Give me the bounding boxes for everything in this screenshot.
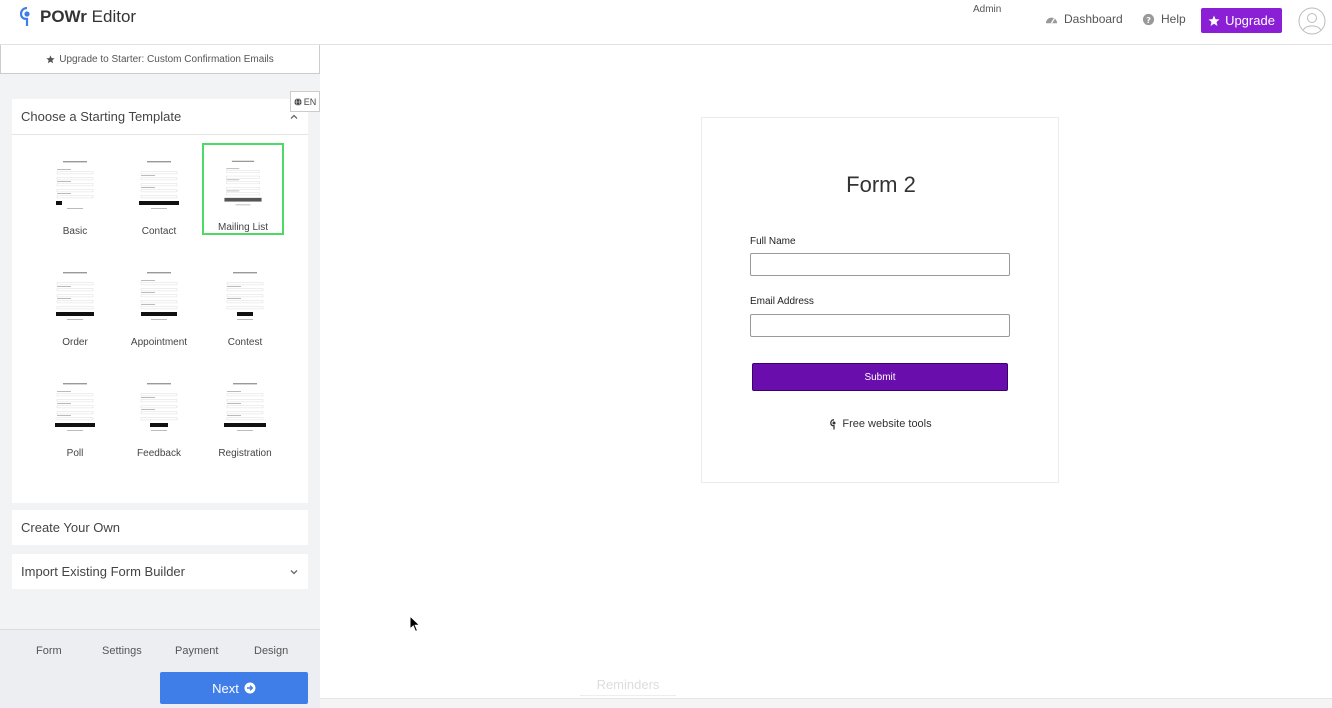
dashboard-link[interactable]: Dashboard bbox=[1045, 12, 1123, 26]
chevron-up-icon bbox=[290, 114, 298, 119]
top-bar: POWr Editor Admin Dashboard ? Help Upgra… bbox=[0, 0, 1332, 45]
full-name-input[interactable] bbox=[750, 253, 1010, 276]
svg-text:?: ? bbox=[1146, 14, 1151, 24]
upgrade-banner-text: Upgrade to Starter: Custom Confirmation … bbox=[59, 53, 274, 65]
reminders-tab[interactable]: Reminders bbox=[580, 674, 676, 696]
powr-logo-icon bbox=[20, 7, 30, 26]
template-contact[interactable]: Contact bbox=[118, 145, 200, 237]
tab-settings[interactable]: Settings bbox=[102, 645, 142, 657]
star-icon bbox=[1208, 15, 1220, 26]
template-thumbnail bbox=[56, 161, 94, 209]
template-thumbnail bbox=[140, 383, 178, 431]
help-link[interactable]: ? Help bbox=[1142, 12, 1186, 26]
template-thumbnail bbox=[55, 383, 95, 431]
preview-bottom-bar bbox=[320, 698, 1332, 708]
template-label: Contest bbox=[227, 337, 263, 348]
powered-by-text: Free website tools bbox=[842, 418, 932, 430]
upgrade-button[interactable]: Upgrade bbox=[1201, 8, 1282, 33]
template-thumbnail bbox=[139, 161, 179, 209]
star-icon bbox=[46, 54, 55, 63]
full-name-label: Full Name bbox=[750, 236, 796, 247]
email-address-label: Email Address bbox=[750, 296, 814, 307]
create-your-own-section[interactable]: Create Your Own bbox=[12, 510, 308, 545]
template-feedback[interactable]: Feedback bbox=[118, 367, 200, 459]
tab-design[interactable]: Design bbox=[254, 645, 288, 657]
logo-text: POWr Editor bbox=[40, 7, 137, 26]
template-thumbnail bbox=[224, 160, 262, 206]
template-order[interactable]: Order bbox=[34, 256, 116, 348]
powered-by-link[interactable]: Free website tools bbox=[702, 418, 1060, 430]
chevron-down-icon bbox=[290, 569, 298, 574]
dashboard-icon bbox=[1045, 17, 1058, 24]
mouse-cursor-icon bbox=[409, 615, 421, 633]
template-thumbnail bbox=[226, 272, 264, 320]
powr-logo[interactable]: POWr Editor bbox=[20, 7, 136, 27]
form-preview-card: Form 2 Full Name Email Address Submit Fr… bbox=[701, 117, 1059, 483]
template-label: Registration bbox=[218, 448, 272, 459]
language-button[interactable]: EN bbox=[290, 91, 320, 112]
template-appointment[interactable]: Appointment bbox=[118, 256, 200, 348]
editor-tabs: Form Settings Payment Design Next bbox=[0, 629, 320, 708]
template-poll[interactable]: Poll bbox=[34, 367, 116, 459]
import-form-builder-label: Import Existing Form Builder bbox=[21, 564, 185, 579]
dashboard-label: Dashboard bbox=[1064, 12, 1123, 26]
template-label: Mailing List bbox=[217, 222, 269, 233]
template-mailing-list[interactable]: Mailing List bbox=[202, 143, 284, 235]
template-label: Feedback bbox=[137, 448, 181, 459]
help-icon: ? bbox=[1142, 13, 1155, 25]
arrow-right-circle-icon bbox=[244, 682, 256, 694]
editor-sidebar: Upgrade to Starter: Custom Confirmation … bbox=[0, 45, 320, 708]
admin-label: Admin bbox=[973, 4, 1002, 15]
templates-title: Choose a Starting Template bbox=[21, 109, 182, 124]
template-label: Basic bbox=[62, 226, 88, 237]
globe-icon bbox=[294, 97, 302, 106]
next-label: Next bbox=[212, 680, 239, 696]
help-label: Help bbox=[1161, 12, 1186, 26]
form-preview-area: Form 2 Full Name Email Address Submit Fr… bbox=[320, 45, 1332, 708]
template-label: Order bbox=[62, 337, 88, 348]
template-thumbnail bbox=[140, 272, 178, 320]
submit-button[interactable]: Submit bbox=[752, 363, 1008, 391]
next-button[interactable]: Next bbox=[160, 672, 308, 704]
user-avatar-icon[interactable] bbox=[1298, 7, 1326, 35]
template-thumbnail bbox=[224, 383, 266, 431]
template-label: Poll bbox=[66, 448, 84, 459]
template-label: Contact bbox=[141, 226, 177, 237]
tab-form[interactable]: Form bbox=[36, 645, 62, 657]
create-your-own-label: Create Your Own bbox=[21, 520, 121, 535]
templates-header[interactable]: Choose a Starting Template bbox=[12, 99, 308, 135]
upgrade-banner[interactable]: Upgrade to Starter: Custom Confirmation … bbox=[0, 45, 320, 74]
template-label: Appointment bbox=[130, 337, 188, 348]
template-thumbnail bbox=[56, 272, 94, 320]
import-form-builder-section[interactable]: Import Existing Form Builder bbox=[12, 554, 308, 589]
templates-panel: Choose a Starting Template Basic Contact M… bbox=[12, 99, 308, 503]
template-contest[interactable]: Contest bbox=[204, 256, 286, 348]
tab-payment[interactable]: Payment bbox=[175, 645, 218, 657]
upgrade-label: Upgrade bbox=[1225, 13, 1275, 28]
template-basic[interactable]: Basic bbox=[34, 145, 116, 237]
email-address-input[interactable] bbox=[750, 314, 1010, 337]
template-registration[interactable]: Registration bbox=[204, 367, 286, 459]
powr-logo-icon bbox=[830, 418, 836, 429]
form-title: Form 2 bbox=[846, 172, 916, 197]
language-label: EN bbox=[303, 96, 317, 107]
